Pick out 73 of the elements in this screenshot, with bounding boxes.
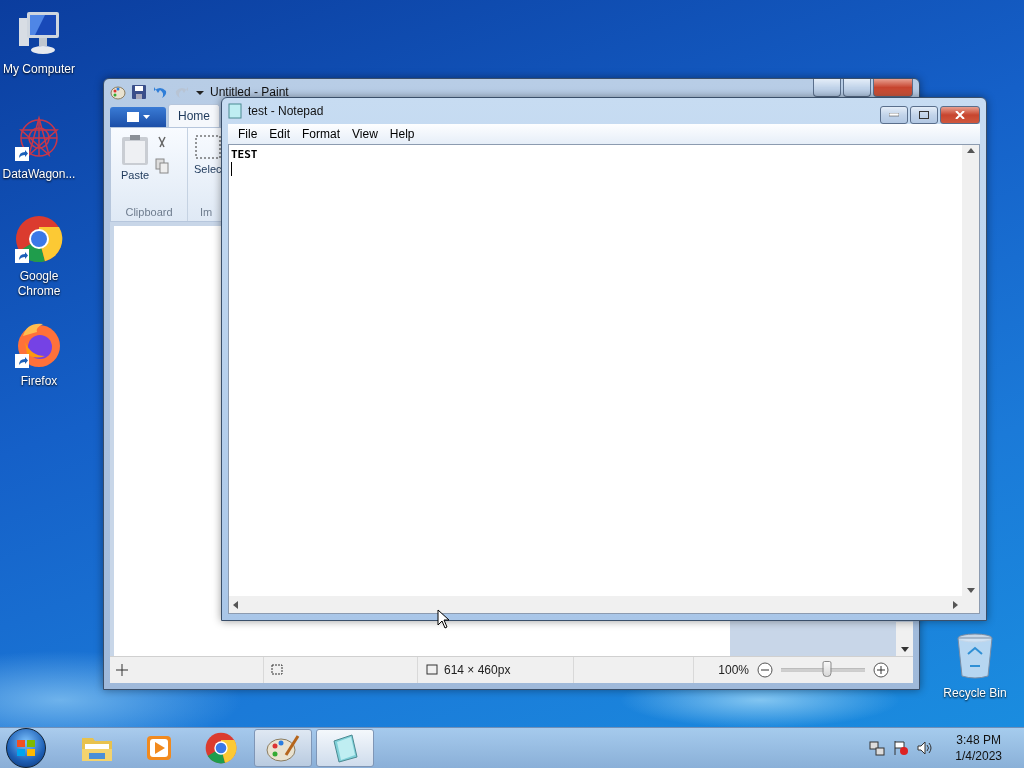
maximize-button[interactable] <box>910 106 938 124</box>
canvas-size: 614 × 460px <box>444 663 511 677</box>
down-arrow-icon <box>900 647 909 652</box>
ribbon-tab[interactable]: Home <box>168 104 220 127</box>
selection-icon <box>194 134 221 160</box>
close-icon <box>955 111 965 119</box>
notepad-icon <box>228 103 242 119</box>
mouse-pointer-icon <box>437 609 450 629</box>
taskbar-button[interactable] <box>254 729 312 767</box>
menu-item[interactable]: View <box>346 127 384 141</box>
paste-button[interactable]: Paste <box>121 134 150 206</box>
save-icon <box>132 85 146 99</box>
caret-icon <box>142 114 150 120</box>
canvas-size-icon <box>424 664 438 676</box>
zoom-slider-thumb[interactable] <box>822 661 832 677</box>
text-cursor <box>231 162 232 176</box>
chrome-icon <box>205 732 237 764</box>
minimize-button[interactable] <box>880 106 908 124</box>
selection-size-icon <box>270 664 284 676</box>
desktop-icon-label[interactable]: Recycle Bin <box>943 686 1007 701</box>
minimize-button[interactable] <box>813 79 841 97</box>
horizontal-scrollbar[interactable] <box>229 596 962 613</box>
desktop-icon-label[interactable]: My Computer <box>3 62 75 77</box>
clock[interactable]: 3:48 PM 1/4/2023 <box>955 732 1002 764</box>
minimize-icon <box>889 113 899 117</box>
close-button[interactable] <box>873 79 913 97</box>
down-arrow-icon <box>966 588 975 593</box>
menu-item[interactable]: Help <box>383 127 421 141</box>
move-cursor-icon <box>116 664 128 676</box>
start-button[interactable] <box>6 728 46 768</box>
desktop-icon-label[interactable]: Firefox <box>20 374 58 389</box>
dropdown-icon <box>196 88 204 96</box>
right-arrow-icon <box>953 600 958 609</box>
select-button[interactable]: Selec <box>194 134 222 206</box>
notepad-icon <box>330 733 360 763</box>
clipboard-icon <box>121 134 150 166</box>
vertical-scrollbar[interactable] <box>962 145 979 596</box>
speaker-icon <box>917 740 934 756</box>
clock-date: 1/4/2023 <box>955 748 1002 764</box>
undo-icon <box>152 85 168 99</box>
document-text: TEST <box>231 148 259 161</box>
copy-icon <box>155 158 170 174</box>
group-label: Clipboard <box>124 206 174 220</box>
file-menu-button[interactable] <box>110 107 166 127</box>
text-area[interactable]: TEST <box>228 144 980 614</box>
network-icon <box>869 740 886 756</box>
group-label: Im <box>198 206 214 220</box>
menu-item[interactable]: Edit <box>263 127 297 141</box>
desktop-icon-label[interactable]: Google Chrome <box>0 269 78 299</box>
maximize-icon <box>919 111 929 119</box>
left-arrow-icon <box>233 600 238 609</box>
menu-icon <box>126 112 139 122</box>
chrome-icon[interactable] <box>15 215 63 263</box>
window-title: test - Notepad <box>248 104 324 118</box>
recycle-bin-icon[interactable] <box>955 632 995 680</box>
windows-logo <box>16 739 36 757</box>
palette-icon <box>266 733 300 763</box>
vertical-scrollbar[interactable] <box>896 622 913 656</box>
palette-icon <box>110 84 126 100</box>
up-arrow-icon <box>966 148 975 153</box>
taskbar-button[interactable] <box>316 729 374 767</box>
zoom-out-icon <box>757 662 773 678</box>
close-button[interactable] <box>940 106 980 124</box>
window-title: Untitled - Paint <box>210 85 289 99</box>
menu-item[interactable]: Format <box>296 127 347 141</box>
menu-item[interactable]: File <box>232 127 264 141</box>
zoom-level: 100% <box>718 663 749 677</box>
maximize-button[interactable] <box>843 79 871 97</box>
flag-icon <box>893 740 910 756</box>
clock-time: 3:48 PM <box>956 732 1001 748</box>
media-player-icon <box>145 734 173 762</box>
desktop-icon-label[interactable]: DataWagon... <box>2 167 76 182</box>
zoom-in-icon <box>873 662 889 678</box>
